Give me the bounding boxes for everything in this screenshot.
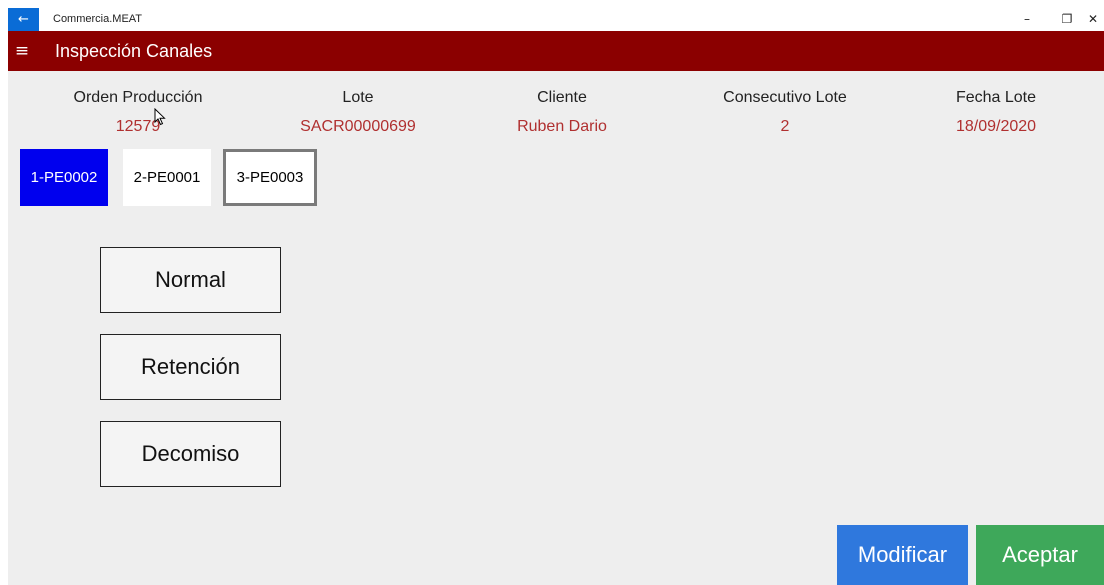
tab-3-pe0003[interactable]: 3-PE0003 bbox=[223, 149, 317, 206]
info-cliente: Cliente Ruben Dario bbox=[492, 87, 632, 138]
back-arrow-icon: ← bbox=[18, 12, 29, 27]
tab-2-pe0001[interactable]: 2-PE0001 bbox=[123, 149, 211, 206]
info-label: Cliente bbox=[537, 89, 587, 106]
close-icon: ✕ bbox=[1088, 12, 1099, 26]
minimize-button[interactable]: – bbox=[1012, 8, 1042, 31]
decomiso-button[interactable]: Decomiso bbox=[100, 421, 281, 487]
info-orden-produccion: Orden Producción 12579 bbox=[48, 87, 228, 138]
minimize-icon: – bbox=[1024, 12, 1030, 26]
nav-bar: ≡ Inspección Canales bbox=[8, 31, 1104, 71]
info-value: SACR00000699 bbox=[300, 118, 416, 135]
info-label: Lote bbox=[342, 89, 374, 106]
info-value: 2 bbox=[780, 118, 790, 135]
modify-button[interactable]: Modificar bbox=[837, 525, 968, 585]
normal-button[interactable]: Normal bbox=[100, 247, 281, 313]
accept-button[interactable]: Aceptar bbox=[976, 525, 1104, 585]
info-value: 12579 bbox=[115, 118, 161, 135]
page-title: Inspección Canales bbox=[55, 41, 213, 61]
info-value: 18/09/2020 bbox=[955, 118, 1037, 135]
app-window: ← Commercia.MEAT – ❐ ✕ ≡ Inspección Cana… bbox=[8, 8, 1104, 585]
hamburger-icon: ≡ bbox=[14, 41, 30, 61]
restore-icon: ❐ bbox=[1061, 12, 1073, 26]
info-label: Fecha Lote bbox=[955, 89, 1037, 106]
mouse-cursor-icon bbox=[154, 108, 166, 126]
tab-1-pe0002[interactable]: 1-PE0002 bbox=[20, 149, 108, 206]
hamburger-menu-button[interactable]: ≡ bbox=[8, 31, 36, 71]
app-title: Commercia.MEAT bbox=[53, 13, 143, 25]
restore-button[interactable]: ❐ bbox=[1052, 8, 1082, 31]
close-button[interactable]: ✕ bbox=[1088, 8, 1104, 31]
back-button[interactable]: ← bbox=[8, 8, 39, 31]
title-bar: ← Commercia.MEAT – ❐ ✕ bbox=[8, 8, 1104, 31]
info-consecutivo-lote: Consecutivo Lote 2 bbox=[695, 87, 875, 138]
info-value: Ruben Dario bbox=[517, 118, 607, 135]
info-fecha-lote: Fecha Lote 18/09/2020 bbox=[926, 87, 1066, 138]
retencion-button[interactable]: Retención bbox=[100, 334, 281, 400]
info-lote: Lote SACR00000699 bbox=[263, 87, 453, 138]
info-label: Orden Producción bbox=[73, 89, 203, 106]
info-label: Consecutivo Lote bbox=[723, 89, 847, 106]
